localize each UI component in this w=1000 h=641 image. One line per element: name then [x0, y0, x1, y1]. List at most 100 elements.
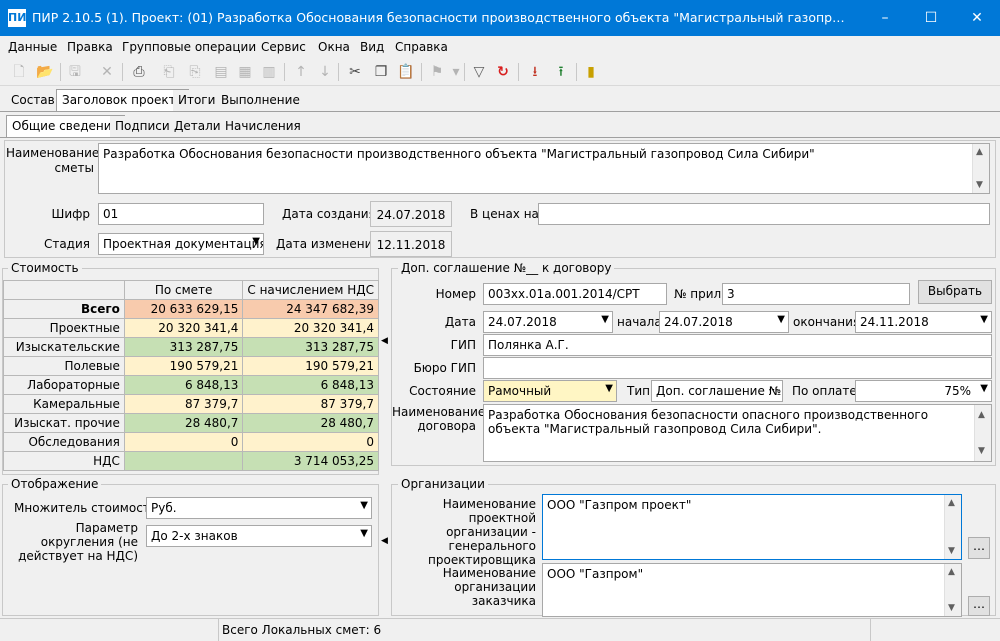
start-date-picker[interactable]: 24.07.2018 ▼ — [659, 311, 789, 333]
doc-icon[interactable]: ▤ — [210, 61, 232, 83]
table-row[interactable]: НДС 3 714 053,25 — [3, 451, 379, 471]
customer-org-input[interactable]: ООО "Газпром" ▲ ▼ — [542, 563, 962, 617]
chevron-left-icon[interactable]: ◀ — [381, 336, 388, 346]
save-icon[interactable]: 🖫 — [64, 61, 86, 83]
menu-edit[interactable]: Правка — [67, 40, 113, 54]
cell-value: 0 — [123, 432, 244, 452]
title-bar[interactable]: ПИР ПИР 2.10.5 (1). Проект: (01) Разрабо… — [0, 0, 1000, 36]
date-label: Дата — [444, 315, 476, 329]
tab-project-header[interactable]: Заголовок проекта — [56, 89, 189, 112]
estimate-name-scrollbar[interactable]: ▲ ▼ — [972, 144, 989, 193]
scroll-down-icon[interactable]: ▼ — [978, 444, 985, 458]
paste-icon[interactable]: 📋 — [395, 61, 417, 83]
tab-execution[interactable]: Выполнение — [216, 90, 305, 111]
table-row[interactable]: Всего 20 633 629,15 24 347 682,39 — [3, 299, 379, 319]
date-picker[interactable]: 24.07.2018 ▼ — [483, 311, 613, 333]
payment-select[interactable]: 75% ▼ — [855, 380, 992, 402]
scroll-up-icon[interactable]: ▲ — [976, 147, 983, 157]
tab-totals[interactable]: Итоги — [173, 90, 222, 111]
menu-group-ops[interactable]: Групповые операции — [122, 40, 256, 54]
new-document-icon[interactable]: 🗋 — [8, 61, 30, 83]
contract-name-scrollbar[interactable]: ▲ ▼ — [974, 405, 991, 461]
toolbar-separator — [60, 63, 61, 81]
chevron-down-icon[interactable]: ▾ — [450, 61, 462, 83]
contract-name-input[interactable]: Разработка Обоснования безопасности опас… — [483, 404, 992, 462]
close-icon[interactable]: ✕ — [954, 0, 1000, 36]
export-icon[interactable]: ⭱ — [550, 61, 572, 83]
cell-value: 313 287,75 — [242, 337, 379, 357]
cell-value: 87 379,7 — [123, 394, 244, 414]
scroll-down-icon[interactable]: ▼ — [976, 180, 983, 190]
customer-org-ellipsis-button[interactable]: … — [968, 596, 990, 616]
table-row[interactable]: Полевые 190 579,21 190 579,21 — [3, 356, 379, 376]
column-header-by-estimate: По смете — [123, 280, 244, 300]
exit-icon[interactable]: ▮ — [580, 61, 602, 83]
code-input[interactable]: 01 — [98, 203, 264, 225]
chevron-left-icon[interactable]: ◀ — [381, 536, 388, 546]
menu-service[interactable]: Сервис — [261, 40, 306, 54]
arrow-down-icon[interactable]: ↓ — [314, 61, 336, 83]
stamp-icon[interactable]: ⚑ — [426, 61, 448, 83]
estimate-name-input[interactable]: Разработка Обоснования безопасности прои… — [98, 143, 990, 194]
minimize-icon[interactable]: – — [862, 0, 908, 36]
import-icon[interactable]: ⭳ — [524, 61, 546, 83]
table-row[interactable]: Проектные 20 320 341,4 20 320 341,4 — [3, 318, 379, 338]
menu-view[interactable]: Вид — [360, 40, 384, 54]
bureau-input[interactable] — [483, 357, 992, 379]
menu-help[interactable]: Справка — [395, 40, 448, 54]
splitter[interactable]: ◀ ◀ — [381, 268, 389, 616]
number-label: Номер — [435, 287, 476, 301]
design-org-input[interactable]: ООО "Газпром проект" ▲ ▼ — [542, 494, 962, 560]
table-row[interactable]: Изыскательские 313 287,75 313 287,75 — [3, 337, 379, 357]
filter-icon[interactable]: ▽ — [468, 61, 490, 83]
print-icon[interactable]: ⎙ — [128, 61, 150, 83]
appendix-input[interactable]: 3 — [722, 283, 910, 305]
table-row[interactable]: Изыскат. прочие 28 480,7 28 480,7 — [3, 413, 379, 433]
date-picker-text: 24.07.2018 — [488, 315, 557, 329]
toolbar-separator — [421, 63, 422, 81]
doc-export-icon[interactable]: ▥ — [258, 61, 280, 83]
maximize-icon[interactable]: ☐ — [908, 0, 954, 36]
select-button[interactable]: Выбрать — [918, 280, 992, 304]
scroll-up-icon[interactable]: ▲ — [948, 567, 955, 577]
status-divider — [218, 619, 219, 641]
table-row[interactable]: Лабораторные 6 848,13 6 848,13 — [3, 375, 379, 395]
design-org-scrollbar[interactable]: ▲ ▼ — [944, 495, 961, 559]
design-org-ellipsis-button[interactable]: … — [968, 537, 990, 559]
stage-select[interactable]: Проектная документация ▼ — [98, 233, 264, 255]
row-label: Проектные — [3, 318, 125, 338]
prices-date-input[interactable] — [538, 203, 990, 225]
move-doc-icon[interactable]: ⎘ — [184, 61, 206, 83]
copy-icon[interactable]: ❐ — [370, 61, 392, 83]
copy-doc-icon[interactable]: ⎗ — [158, 61, 180, 83]
table-row[interactable]: Обследования 0 0 — [3, 432, 379, 452]
cut-icon[interactable]: ✂ — [344, 61, 366, 83]
menu-data[interactable]: Данные — [8, 40, 57, 54]
scroll-up-icon[interactable]: ▲ — [948, 498, 955, 508]
rounding-select[interactable]: До 2-х знаков ▼ — [146, 525, 372, 547]
arrow-up-icon[interactable]: ↑ — [290, 61, 312, 83]
scroll-down-icon[interactable]: ▼ — [948, 603, 955, 613]
tab-signatures[interactable]: Подписи — [110, 116, 176, 137]
state-select[interactable]: Рамочный ▼ — [483, 380, 617, 402]
tab-accruals[interactable]: Начисления — [220, 116, 306, 137]
refresh-icon[interactable]: ↻ — [492, 61, 514, 83]
ellipsis-icon[interactable]: ⋯ — [768, 383, 779, 396]
customer-org-scrollbar[interactable]: ▲ ▼ — [944, 564, 961, 616]
delete-icon[interactable]: ✕ — [96, 61, 118, 83]
tab-composition[interactable]: Состав — [6, 90, 61, 111]
menu-windows[interactable]: Окна — [318, 40, 350, 54]
gip-input[interactable]: Полянка А.Г. — [483, 334, 992, 356]
scroll-down-icon[interactable]: ▼ — [948, 546, 955, 556]
end-date-picker[interactable]: 24.11.2018 ▼ — [855, 311, 992, 333]
number-input[interactable]: 003xx.01a.001.2014/CPT — [483, 283, 667, 305]
tab-general-info[interactable]: Общие сведения — [6, 115, 125, 138]
type-input[interactable]: Доп. соглашение №... ⋯ — [651, 380, 783, 402]
table-row[interactable]: Камеральные 87 379,7 87 379,7 — [3, 394, 379, 414]
tab-details[interactable]: Детали — [169, 116, 227, 137]
tab-divider — [0, 111, 1000, 112]
scroll-up-icon[interactable]: ▲ — [978, 408, 985, 422]
doc-arrow-icon[interactable]: ▦ — [234, 61, 256, 83]
open-folder-icon[interactable]: 📂 — [34, 61, 56, 83]
multiplier-select[interactable]: Руб. ▼ — [146, 497, 372, 519]
